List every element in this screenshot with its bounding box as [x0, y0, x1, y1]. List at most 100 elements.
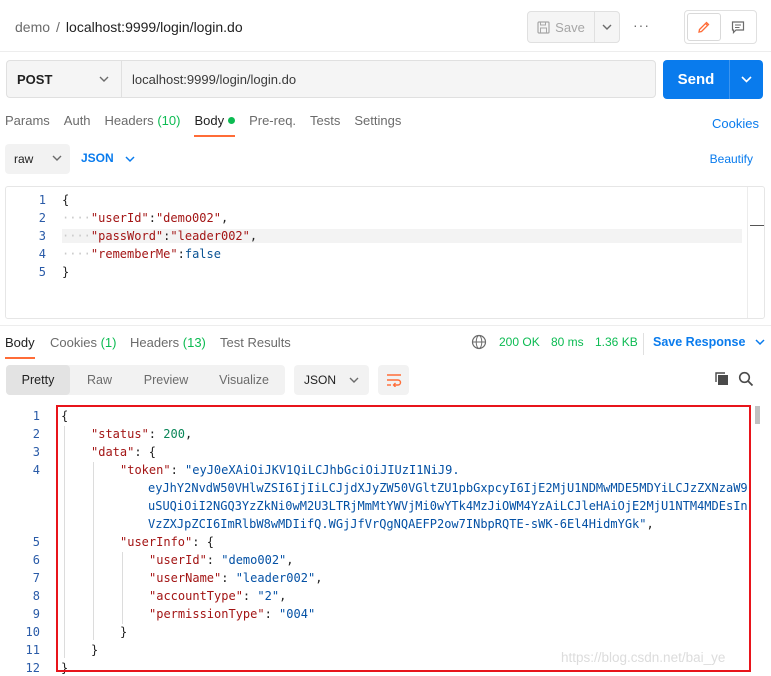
- json-key: "accountType": [149, 589, 243, 603]
- tab-params[interactable]: Params: [5, 113, 50, 137]
- response-format-select[interactable]: JSON: [294, 365, 369, 395]
- breadcrumb-collection[interactable]: demo: [15, 19, 50, 35]
- view-mode-toggle: [684, 10, 757, 44]
- status-code[interactable]: 200 OK: [499, 335, 540, 349]
- comments-button[interactable]: [723, 13, 755, 41]
- edit-mode-button[interactable]: [687, 13, 721, 41]
- send-button-group: Send: [663, 60, 763, 99]
- code-line: {: [61, 409, 68, 423]
- json-value: 200: [163, 427, 185, 441]
- save-button-group: Save: [527, 11, 620, 43]
- search-icon[interactable]: [738, 371, 754, 387]
- breadcrumb-request-name[interactable]: localhost:9999/login/login.do: [66, 19, 243, 35]
- json-value: "demo002": [221, 553, 287, 567]
- code-line: "userId": "demo002",: [149, 553, 294, 567]
- tab-tests-label: Tests: [310, 113, 341, 128]
- code-line: {: [62, 193, 69, 207]
- tab-test-results[interactable]: Test Results: [220, 335, 291, 350]
- code-line-wrapped: VzZXJpZCI6ImRlbW8wMDIifQ.WGjJfVrQgNQAEFP…: [148, 517, 654, 531]
- save-response-button[interactable]: Save Response: [643, 333, 765, 355]
- chevron-down-icon: [349, 377, 359, 383]
- request-body-editor[interactable]: 1 2 3 4 5 { ····"userId":"demo002", ····…: [5, 186, 765, 319]
- tab-settings[interactable]: Settings: [354, 113, 401, 137]
- send-options-button[interactable]: [730, 60, 763, 99]
- response-scrollbar-thumb[interactable]: [755, 406, 760, 424]
- indent-guide: [64, 426, 65, 658]
- indent-dots: ····: [62, 211, 91, 225]
- view-pretty-button[interactable]: Pretty: [6, 365, 70, 395]
- wrap-lines-button[interactable]: [378, 365, 409, 395]
- json-key: "userInfo": [120, 535, 193, 549]
- scroll-position-marker: [750, 225, 764, 226]
- send-button[interactable]: Send: [663, 60, 730, 99]
- view-visualize-button[interactable]: Visualize: [203, 365, 285, 395]
- globe-icon[interactable]: [471, 334, 487, 350]
- brace: }: [62, 265, 70, 279]
- json-key: "permissionType": [149, 607, 265, 621]
- json-key: "userId": [149, 553, 207, 567]
- request-header: demo / localhost:9999/login/login.do Save …: [0, 0, 771, 52]
- more-options-button[interactable]: ···: [633, 17, 650, 33]
- line-number: 2: [32, 427, 40, 441]
- tab-response-cookies[interactable]: Cookies (1): [50, 335, 116, 350]
- view-raw-button[interactable]: Raw: [70, 365, 129, 395]
- method-value: POST: [17, 71, 53, 87]
- tab-response-headers-label: Headers: [130, 335, 180, 350]
- chevron-down-icon: [52, 155, 62, 161]
- line-number: 12: [25, 661, 40, 675]
- tab-headers[interactable]: Headers (10): [105, 113, 181, 137]
- tab-prerequest[interactable]: Pre-req.: [249, 113, 296, 137]
- code-line: ····"rememberMe":false: [62, 247, 221, 261]
- json-value: "leader002": [170, 229, 250, 243]
- response-body-viewer[interactable]: 1 2 3 4 5 6 7 8 9 10 11 12 { "status": 2…: [0, 404, 771, 676]
- pencil-icon: [697, 21, 710, 33]
- indent-guide: [93, 462, 94, 640]
- chevron-down-icon: [755, 339, 765, 346]
- tab-auth[interactable]: Auth: [64, 113, 91, 137]
- save-button[interactable]: Save: [528, 12, 595, 42]
- tab-test-results-label: Test Results: [220, 335, 291, 350]
- line-number: 4: [32, 463, 40, 477]
- response-headers-count-badge: (13): [182, 335, 206, 350]
- cookies-link[interactable]: Cookies: [712, 116, 759, 131]
- line-number: 8: [32, 589, 40, 603]
- tab-tests[interactable]: Tests: [310, 113, 340, 137]
- line-number: 2: [38, 211, 46, 225]
- watermark: https://blog.csdn.net/bai_ye: [561, 650, 726, 665]
- json-key: "token": [120, 463, 171, 477]
- chevron-down-icon: [741, 76, 752, 83]
- body-format-select[interactable]: JSON: [81, 151, 135, 165]
- tab-response-body[interactable]: Body: [5, 335, 35, 359]
- url-input[interactable]: localhost:9999/login/login.do: [121, 60, 656, 98]
- response-size[interactable]: 1.36 KB: [595, 335, 638, 349]
- brace: }: [91, 643, 99, 657]
- save-response-label: Save Response: [653, 335, 746, 349]
- beautify-button[interactable]: Beautify: [710, 152, 753, 166]
- tab-body[interactable]: Body: [194, 113, 236, 137]
- breadcrumb: demo / localhost:9999/login/login.do: [15, 19, 243, 35]
- response-time[interactable]: 80 ms: [551, 335, 584, 349]
- tab-response-headers[interactable]: Headers (13): [130, 335, 206, 350]
- line-number: 5: [38, 265, 46, 279]
- line-number: 5: [32, 535, 40, 549]
- editor-scrollbar[interactable]: [747, 187, 748, 318]
- tab-auth-label: Auth: [63, 113, 91, 128]
- json-value: "004": [279, 607, 316, 621]
- headers-count-badge: (10): [157, 113, 181, 128]
- chevron-down-icon: [602, 24, 612, 30]
- json-value: "eyJ0eXAiOiJKV1QiLCJhbGciOiJIUzI1NiJ9.: [185, 463, 460, 477]
- code-line: "userName": "leader002",: [149, 571, 323, 585]
- save-label: Save: [555, 19, 585, 35]
- method-select[interactable]: POST: [6, 60, 121, 98]
- response-format-value: JSON: [304, 373, 337, 387]
- line-number: 10: [25, 625, 40, 639]
- save-options-button[interactable]: [595, 12, 619, 42]
- code-line-wrapped: eyJhY2NvdW50VHlwZSI6IjIiLCJjdXJyZW50VGlt…: [148, 481, 748, 495]
- body-mode-select[interactable]: raw: [5, 144, 70, 174]
- breadcrumb-separator: /: [56, 19, 60, 35]
- view-preview-button[interactable]: Preview: [129, 365, 203, 395]
- copy-icon[interactable]: [714, 371, 730, 387]
- json-key: "rememberMe": [90, 247, 178, 261]
- response-view-modes: Pretty Raw Preview Visualize: [6, 365, 285, 395]
- body-mode-value: raw: [14, 152, 34, 166]
